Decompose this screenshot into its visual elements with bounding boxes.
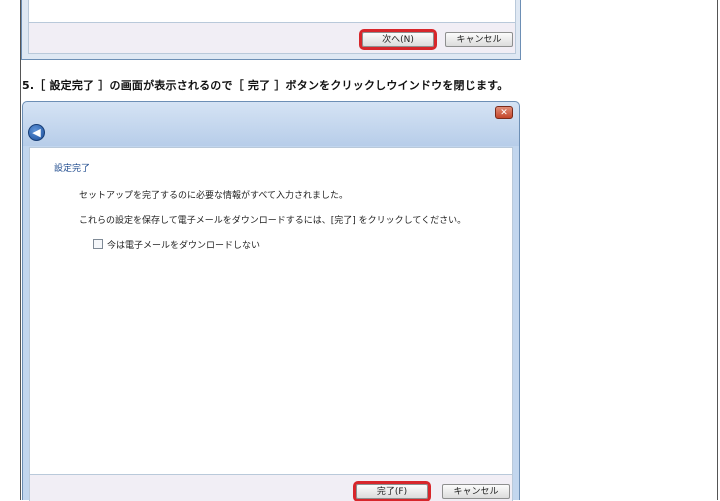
skip-download-checkbox[interactable] (93, 239, 103, 249)
dialog-footer: 完了(F) キャンセル (29, 475, 513, 501)
skip-download-option[interactable]: 今は電子メールをダウンロードしない (93, 238, 260, 251)
close-icon[interactable]: ✕ (495, 106, 513, 119)
finish-button[interactable]: 完了(F) (353, 481, 431, 501)
previous-dialog-footer: 次へ(N) キャンセル (28, 23, 516, 54)
step-instruction: 5.［ 設定完了 ］の画面が表示されるので［ 完了 ］ボタンをクリックしウインド… (22, 79, 509, 92)
dialog-content: 設定完了 セットアップを完了するのに必要な情報がすべて入力されました。 これらの… (29, 147, 513, 475)
save-instruction-message: これらの設定を保存して電子メールをダウンロードするには、[完了] をクリックして… (79, 216, 467, 226)
setup-dialog: ✕ ◀ 設定完了 セットアップを完了するのに必要な情報がすべて入力されました。 … (22, 101, 520, 501)
next-button[interactable]: 次へ(N) (359, 29, 437, 50)
cancel-button[interactable]: キャンセル (442, 484, 510, 499)
previous-dialog-content (28, 0, 516, 23)
previous-dialog-fragment: 次へ(N) キャンセル (21, 0, 521, 60)
skip-download-label: 今は電子メールをダウンロードしない (107, 241, 261, 251)
title-bar: ✕ ◀ (23, 102, 519, 146)
back-arrow-icon[interactable]: ◀ (28, 124, 45, 141)
previous-cancel-button[interactable]: キャンセル (445, 32, 513, 47)
page-title: 設定完了 (54, 164, 91, 174)
completion-message: セットアップを完了するのに必要な情報がすべて入力されました。 (79, 191, 349, 201)
